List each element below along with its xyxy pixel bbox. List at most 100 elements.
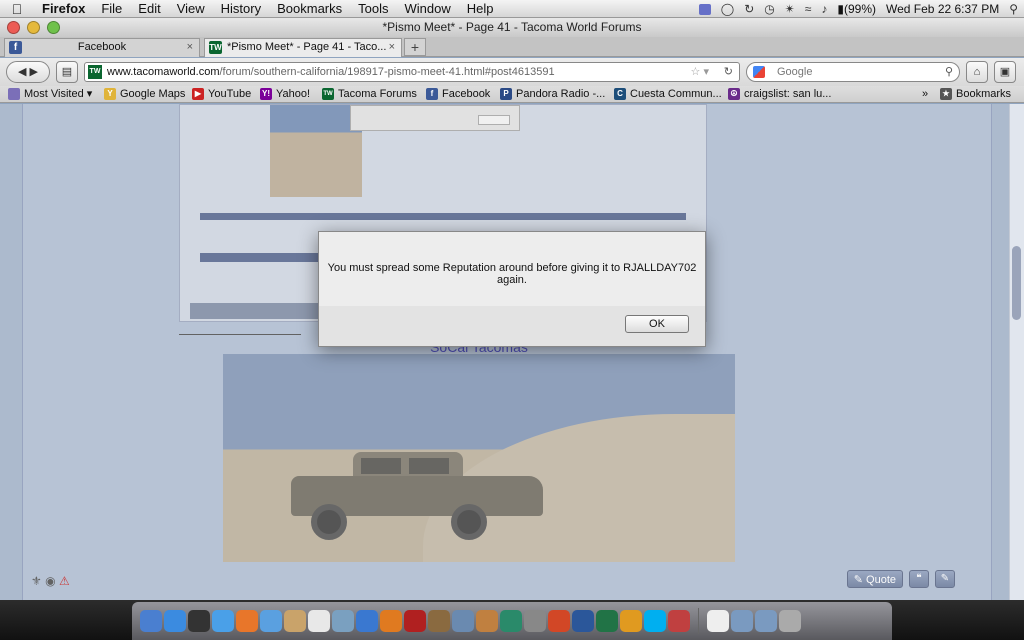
contacts-icon[interactable] bbox=[284, 610, 306, 632]
bookmarks-menu-icon: ★ bbox=[940, 88, 952, 100]
preview-icon[interactable] bbox=[332, 610, 354, 632]
bookmark-craigslist[interactable]: ☮ craigslist: san lu... bbox=[728, 87, 831, 102]
imovie-icon[interactable] bbox=[428, 610, 450, 632]
alert-dialog: You must spread some Reputation around b… bbox=[318, 231, 706, 347]
finder-icon[interactable] bbox=[140, 610, 162, 632]
bookmark-google-maps[interactable]: Y Google Maps bbox=[104, 87, 185, 102]
facebook-icon: f bbox=[426, 88, 438, 100]
bookmark-facebook[interactable]: f Facebook bbox=[426, 87, 490, 102]
url-path: /forum/southern-california/198917-pismo-… bbox=[219, 66, 555, 78]
tab-facebook[interactable]: f Facebook × bbox=[4, 38, 200, 57]
bookmarks-toolbar: Most Visited ▾ Y Google Maps ▶ YouTube Y… bbox=[0, 86, 1024, 103]
home-button[interactable]: ⌂ bbox=[966, 61, 988, 83]
menu-file[interactable]: File bbox=[93, 1, 130, 16]
dashboard-icon[interactable] bbox=[188, 610, 210, 632]
google-icon[interactable] bbox=[753, 66, 765, 78]
close-tab-icon[interactable]: × bbox=[389, 39, 395, 56]
bookmark-yahoo[interactable]: Y! Yahoo! bbox=[260, 87, 310, 102]
menu-view[interactable]: View bbox=[169, 1, 213, 16]
download-button[interactable]: ▣ bbox=[994, 61, 1016, 83]
url-host: www.tacomaworld.com bbox=[107, 66, 220, 78]
menu-bookmarks[interactable]: Bookmarks bbox=[269, 1, 350, 16]
bookmark-tacoma-forums[interactable]: TW Tacoma Forums bbox=[322, 87, 417, 102]
download-icon: ▣ bbox=[999, 66, 1011, 78]
time-machine-menu-icon[interactable]: ◷ bbox=[764, 2, 774, 16]
close-window-button[interactable] bbox=[7, 21, 20, 34]
bookmark-label: Yahoo! bbox=[276, 88, 311, 100]
menu-history[interactable]: History bbox=[213, 1, 269, 16]
apple-menu-icon[interactable]:  bbox=[0, 1, 34, 17]
menu-edit[interactable]: Edit bbox=[130, 1, 168, 16]
time-machine-icon[interactable] bbox=[500, 610, 522, 632]
bookmarks-menu-button[interactable]: ★ Bookmarks bbox=[940, 87, 1011, 102]
clock[interactable]: Wed Feb 22 6:37 PM bbox=[886, 2, 999, 16]
bookmark-label: craigslist: san lu... bbox=[744, 88, 832, 100]
garageband-icon[interactable] bbox=[476, 610, 498, 632]
photo-booth-icon[interactable] bbox=[404, 610, 426, 632]
reload-icon[interactable]: ↻ bbox=[724, 63, 733, 81]
menu-window[interactable]: Window bbox=[397, 1, 459, 16]
wifi-icon[interactable]: ≈ bbox=[805, 2, 812, 16]
iphoto-icon[interactable] bbox=[452, 610, 474, 632]
youtube-icon: ▶ bbox=[192, 88, 204, 100]
sync-icon[interactable]: ↻ bbox=[744, 2, 754, 16]
spotlight-search-icon[interactable]: ⚲ bbox=[1009, 2, 1018, 16]
powerpoint-icon[interactable] bbox=[548, 610, 570, 632]
battery-percent: (99%) bbox=[844, 2, 877, 16]
search-bar[interactable]: Google ⚲ bbox=[746, 62, 960, 82]
battery-icon[interactable]: ▮(99%) bbox=[837, 2, 876, 16]
bookmark-label: Facebook bbox=[442, 88, 491, 100]
firefox-icon[interactable] bbox=[236, 610, 258, 632]
close-tab-icon[interactable]: × bbox=[187, 39, 193, 56]
tab-pismo-meet[interactable]: TW *Pismo Meet* - Page 41 - Taco... × bbox=[204, 38, 402, 57]
volume-icon[interactable]: ♪ bbox=[821, 2, 827, 16]
identity-button[interactable]: ▤ bbox=[56, 61, 78, 83]
bookmark-label: Tacoma Forums bbox=[338, 88, 417, 100]
safari-icon[interactable] bbox=[212, 610, 234, 632]
menu-app-firefox[interactable]: Firefox bbox=[34, 1, 93, 16]
excel-icon[interactable] bbox=[596, 610, 618, 632]
trash-icon[interactable] bbox=[779, 610, 801, 632]
bookmark-cuesta[interactable]: C Cuesta Commun... bbox=[614, 87, 722, 102]
menu-help[interactable]: Help bbox=[459, 1, 502, 16]
minimize-window-button[interactable] bbox=[27, 21, 40, 34]
bookmark-pandora[interactable]: P Pandora Radio -... bbox=[500, 87, 605, 102]
applications-icon[interactable] bbox=[731, 610, 753, 632]
new-tab-button[interactable]: + bbox=[404, 38, 426, 56]
itunes-icon[interactable] bbox=[356, 610, 378, 632]
forward-icon[interactable]: ▶ bbox=[30, 66, 38, 78]
bookmark-label: Cuesta Commun... bbox=[630, 88, 722, 100]
system-preferences-icon[interactable] bbox=[524, 610, 546, 632]
messenger-icon[interactable] bbox=[668, 610, 690, 632]
alert-footer: OK bbox=[319, 306, 705, 346]
peace-icon: ☮ bbox=[728, 88, 740, 100]
word-icon[interactable] bbox=[572, 610, 594, 632]
bookmark-star-icon[interactable]: ☆ ▾ bbox=[691, 63, 709, 81]
document-icon[interactable] bbox=[707, 610, 729, 632]
skype-icon[interactable] bbox=[644, 610, 666, 632]
menu-tools[interactable]: Tools bbox=[350, 1, 396, 16]
bookmark-most-visited[interactable]: Most Visited ▾ bbox=[8, 87, 92, 102]
vlc-icon[interactable] bbox=[380, 610, 402, 632]
back-forward-button[interactable]: ◀ ▶ bbox=[6, 61, 50, 83]
chat-status-icon[interactable]: ◯ bbox=[721, 2, 734, 16]
ichat-icon[interactable] bbox=[260, 610, 282, 632]
bluetooth-icon[interactable]: ✴ bbox=[785, 2, 795, 16]
zoom-window-button[interactable] bbox=[47, 21, 60, 34]
ok-button[interactable]: OK bbox=[625, 315, 689, 333]
status-menu-icon[interactable] bbox=[698, 3, 711, 15]
bookmark-label: Pandora Radio -... bbox=[516, 88, 606, 100]
tab-bar: f Facebook × TW *Pismo Meet* - Page 41 -… bbox=[0, 37, 1024, 57]
url-bar[interactable]: TW www.tacomaworld.com/forum/southern-ca… bbox=[84, 62, 740, 82]
cuesta-icon: C bbox=[614, 88, 626, 100]
tacoma-world-icon: TW bbox=[88, 65, 102, 79]
search-icon[interactable]: ⚲ bbox=[945, 63, 953, 81]
downloads-icon[interactable] bbox=[755, 610, 777, 632]
ical-icon[interactable] bbox=[308, 610, 330, 632]
bookmark-youtube[interactable]: ▶ YouTube bbox=[192, 87, 251, 102]
window-title: *Pismo Meet* - Page 41 - Tacoma World Fo… bbox=[382, 20, 642, 34]
app-store-icon[interactable] bbox=[164, 610, 186, 632]
back-icon[interactable]: ◀ bbox=[18, 66, 26, 78]
bookmarks-overflow-chevron[interactable]: » bbox=[922, 87, 928, 102]
outlook-icon[interactable] bbox=[620, 610, 642, 632]
